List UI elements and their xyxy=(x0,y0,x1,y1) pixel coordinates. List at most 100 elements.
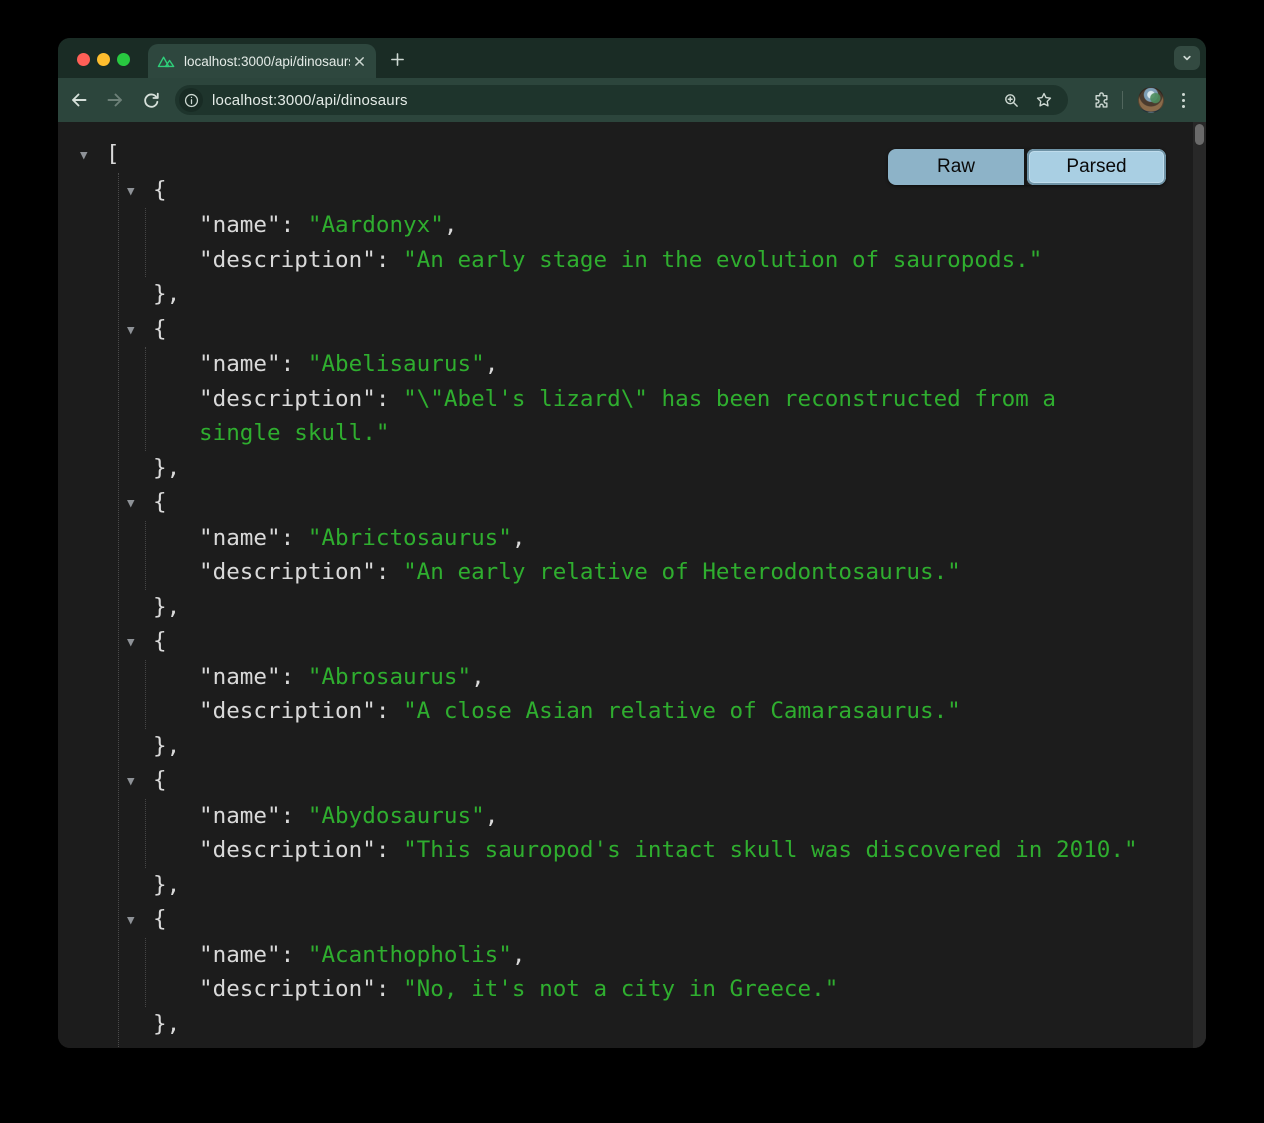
json-colon: : xyxy=(281,664,308,690)
object-close-brace: }, xyxy=(153,872,180,898)
json-key: "name" xyxy=(199,803,281,829)
json-object-open-line: ▼{ xyxy=(119,763,1147,799)
tab-close-icon[interactable] xyxy=(350,52,368,70)
json-colon: : xyxy=(281,212,308,238)
raw-button[interactable]: Raw xyxy=(888,149,1027,185)
json-object-close-line: }, xyxy=(119,277,1147,312)
browser-window: localhost:3000/api/dinosaurs xyxy=(58,38,1206,1048)
site-info-icon[interactable] xyxy=(179,88,203,112)
nuxt-favicon-icon xyxy=(157,53,176,70)
json-object-body: "name": "Abelisaurus","description": "\"… xyxy=(145,347,1147,451)
json-object-close-line: }, xyxy=(119,1007,1147,1042)
json-key: "name" xyxy=(199,525,281,551)
object-close-brace: }, xyxy=(153,455,180,481)
chevron-down-icon[interactable] xyxy=(1174,46,1200,70)
back-arrow-icon[interactable] xyxy=(64,85,94,115)
json-object-body: "name": "Abrosaurus", "description": "A c… xyxy=(145,660,1147,729)
json-colon: : xyxy=(376,837,403,863)
json-key-value-line: "description": "This sauropod's intact s… xyxy=(199,833,1147,868)
url-bar[interactable]: localhost:3000/api/dinosaurs xyxy=(175,85,1068,115)
expand-toggle-icon[interactable]: ▼ xyxy=(127,313,153,348)
json-colon: : xyxy=(376,559,403,585)
object-close-brace: }, xyxy=(153,594,180,620)
extensions-puzzle-icon[interactable] xyxy=(1089,88,1113,112)
json-string-value: "Abrosaurus" xyxy=(308,664,471,690)
json-key: "description" xyxy=(199,837,376,863)
json-object-open-line: ▼{ xyxy=(119,485,1147,521)
json-key-value-line: "name": "Abydosaurus", xyxy=(199,799,1147,834)
json-key-value-line: "description": "\"Abel's lizard\" has be… xyxy=(199,382,1147,451)
expand-toggle-icon[interactable]: ▼ xyxy=(127,625,153,660)
browser-toolbar: localhost:3000/api/dinosaurs xyxy=(58,78,1206,122)
json-key: "name" xyxy=(199,351,281,377)
parsed-button[interactable]: Parsed xyxy=(1027,149,1166,185)
bookmark-star-icon[interactable] xyxy=(1032,88,1056,112)
json-colon: : xyxy=(376,247,403,273)
expand-toggle-icon[interactable]: ▼ xyxy=(127,764,153,799)
json-object-body: "name": "Abrictosaurus","description": "… xyxy=(145,521,1147,590)
json-string-value: "Aardonyx" xyxy=(308,212,444,238)
json-object-open-line: ▼{ xyxy=(119,624,1147,660)
json-colon: : xyxy=(281,942,308,968)
object-open-brace: { xyxy=(153,628,167,654)
json-string-value: "Acanthopholis" xyxy=(308,942,512,968)
json-object-open-line-partial: ▼{ xyxy=(119,1041,1147,1048)
json-comma: , xyxy=(512,942,526,968)
scrollbar-thumb[interactable] xyxy=(1195,124,1204,145)
json-object-close-line: }, xyxy=(119,868,1147,903)
json-string-value: "Abydosaurus" xyxy=(308,803,485,829)
expand-toggle-icon[interactable]: ▼ xyxy=(127,1042,153,1048)
json-key: "name" xyxy=(199,942,281,968)
maximize-window-button[interactable] xyxy=(117,53,130,66)
json-string-value: "Abelisaurus" xyxy=(308,351,485,377)
json-string-value: "A close Asian relative of Camarasaurus.… xyxy=(403,698,961,724)
close-window-button[interactable] xyxy=(77,53,90,66)
object-open-brace: { xyxy=(153,177,167,203)
json-object-close-line: }, xyxy=(119,451,1147,486)
json-string-value: "No, it's not a city in Greece." xyxy=(403,976,838,1002)
forward-arrow-icon[interactable] xyxy=(100,85,130,115)
json-comma: , xyxy=(471,664,485,690)
json-key-value-line: "description": "An early stage in the ev… xyxy=(199,243,1147,278)
new-tab-button[interactable] xyxy=(386,48,408,70)
json-key-value-line: "name": "Abelisaurus", xyxy=(199,347,1147,382)
kebab-menu-icon[interactable] xyxy=(1170,87,1196,113)
json-string-value: "This sauropod's intact skull was discov… xyxy=(403,837,1138,863)
expand-toggle-icon[interactable]: ▼ xyxy=(127,486,153,521)
json-key-value-line: "description": "No, it's not a city in G… xyxy=(199,972,1147,1007)
expand-toggle-icon[interactable]: ▼ xyxy=(80,138,106,173)
json-object-open-line: ▼{ xyxy=(119,902,1147,938)
json-comma: , xyxy=(485,351,499,377)
array-open-bracket: [ xyxy=(106,141,120,167)
zoom-icon[interactable] xyxy=(999,88,1023,112)
json-object-close-line: }, xyxy=(119,729,1147,764)
json-string-value: "An early relative of Heterodontosaurus.… xyxy=(403,559,961,585)
json-string-value: "An early stage in the evolution of saur… xyxy=(403,247,1042,273)
json-key: "description" xyxy=(199,698,376,724)
json-string-value: "Abrictosaurus" xyxy=(308,525,512,551)
object-open-brace: { xyxy=(153,489,167,515)
object-open-brace: { xyxy=(153,767,167,793)
json-object-open-line: ▼{ xyxy=(119,312,1147,348)
json-colon: : xyxy=(281,351,308,377)
json-key-value-line: "name": "Acanthopholis", xyxy=(199,938,1147,973)
browser-tab[interactable]: localhost:3000/api/dinosaurs xyxy=(148,44,376,78)
json-key: "name" xyxy=(199,664,281,690)
scrollbar-track[interactable] xyxy=(1193,122,1206,1048)
json-comma: , xyxy=(485,803,499,829)
tab-title: localhost:3000/api/dinosaurs xyxy=(184,54,350,69)
minimize-window-button[interactable] xyxy=(97,53,110,66)
json-key-value-line: "name": "Abrosaurus", xyxy=(199,660,1147,695)
object-close-brace: }, xyxy=(153,1011,180,1037)
expand-toggle-icon[interactable]: ▼ xyxy=(127,174,153,209)
json-colon: : xyxy=(281,525,308,551)
json-viewer-page: ▼[ ▼{"name": "Aardonyx","description": "… xyxy=(58,122,1206,1048)
json-key: "description" xyxy=(199,386,376,412)
object-close-brace: }, xyxy=(153,281,180,307)
profile-avatar[interactable] xyxy=(1138,87,1164,113)
expand-toggle-icon[interactable]: ▼ xyxy=(127,903,153,938)
json-object-body: "name": "Abydosaurus","description": "Th… xyxy=(145,799,1147,868)
json-colon: : xyxy=(376,698,403,724)
reload-icon[interactable] xyxy=(136,85,166,115)
tab-strip: localhost:3000/api/dinosaurs xyxy=(58,38,1206,78)
